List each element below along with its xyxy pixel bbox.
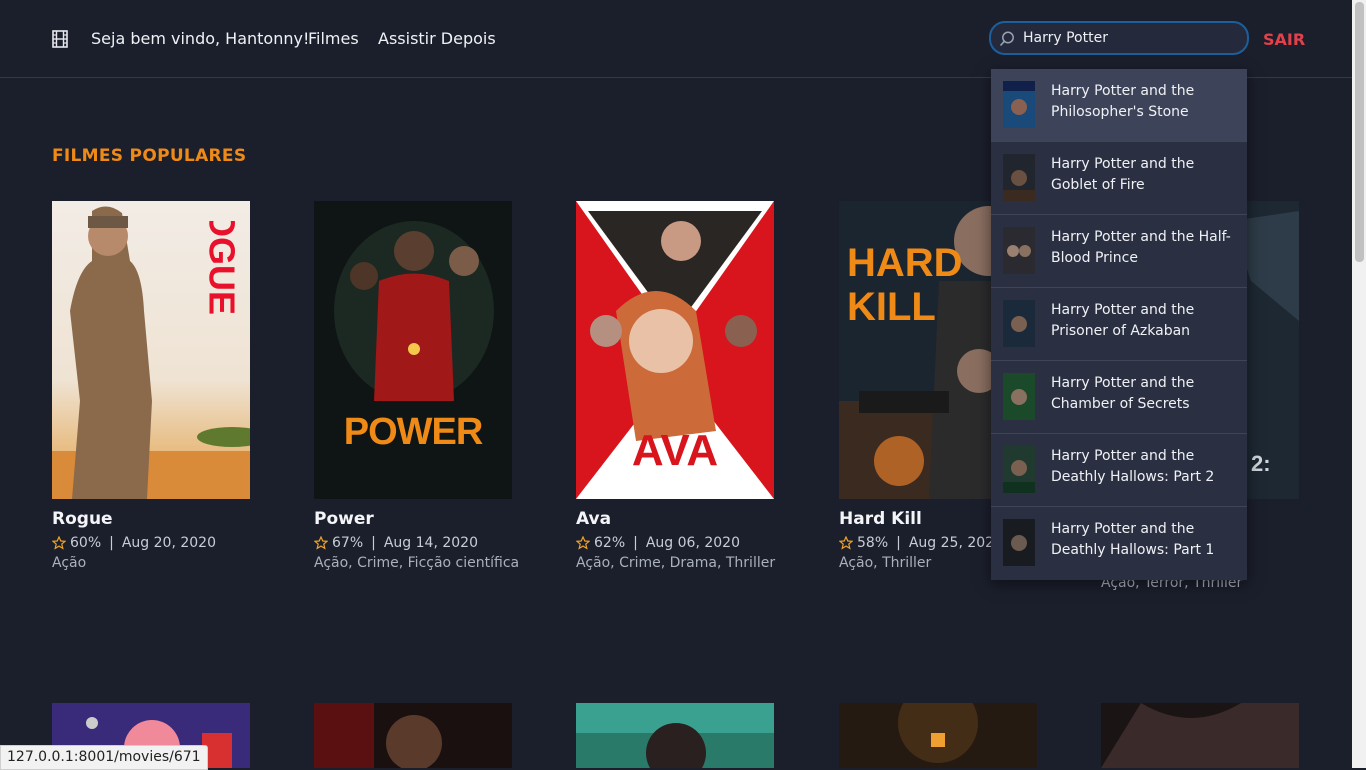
- search-results-dropdown: Harry Potter and the Philosopher's Stone…: [991, 69, 1247, 580]
- movie-poster-row2[interactable]: [314, 703, 512, 768]
- result-poster-thumb: [1003, 300, 1035, 347]
- result-poster-thumb: [1003, 227, 1035, 274]
- search-result-title: Harry Potter and the Deathly Hallows: Pa…: [1051, 521, 1215, 558]
- poster-title-art: ROGUE: [202, 221, 243, 315]
- result-poster-thumb: [1003, 446, 1035, 493]
- result-poster-thumb: [1003, 154, 1035, 201]
- movie-card[interactable]: ROGUE Rogue 60% | Aug 20, 2020 Ação: [52, 201, 252, 571]
- movie-poster[interactable]: ROGUE: [52, 201, 250, 499]
- link-status-bar: 127.0.0.1:8001/movies/671: [0, 745, 208, 770]
- movie-rating: 58%: [857, 535, 889, 551]
- movie-genres: Ação, Crime, Drama, Thriller: [576, 555, 776, 571]
- svg-text:2:: 2:: [1251, 451, 1271, 476]
- search-result-title: Harry Potter and the Deathly Hallows: Pa…: [1051, 448, 1215, 485]
- search-result-item[interactable]: Harry Potter and the Philosopher's Stone: [991, 69, 1247, 142]
- search-result-title: Harry Potter and the Chamber of Secrets: [1051, 375, 1195, 412]
- welcome-link[interactable]: Seja bem vindo, Hantonny!: [91, 29, 309, 48]
- search-result-item[interactable]: Harry Potter and the Deathly Hallows: Pa…: [991, 434, 1247, 507]
- movie-rating: 67%: [332, 535, 364, 551]
- search-icon: [999, 31, 1014, 47]
- meta-separator: |: [633, 535, 638, 551]
- movie-date: Aug 14, 2020: [383, 535, 478, 551]
- search-box[interactable]: [989, 21, 1249, 55]
- search-result-title: Harry Potter and the Half-Blood Prince: [1051, 229, 1231, 266]
- movie-rating: 62%: [594, 535, 626, 551]
- star-icon: [839, 536, 853, 550]
- result-poster-thumb: [1003, 81, 1035, 128]
- search-result-item[interactable]: Harry Potter and the Prisoner of Azkaban: [991, 288, 1247, 361]
- poster-title: ROGUE: [202, 221, 243, 315]
- movie-card[interactable]: AVA Ava 62% | Aug 06, 2020 Ação, Crime, …: [576, 201, 776, 571]
- star-icon: [576, 536, 590, 550]
- search-result-title: Harry Potter and the Goblet of Fire: [1051, 156, 1195, 193]
- movie-meta: 62% | Aug 06, 2020: [576, 535, 776, 551]
- movie-poster[interactable]: AVA: [576, 201, 774, 499]
- movie-card[interactable]: POWER Power 67% | Aug 14, 2020 Ação, Cri…: [314, 201, 520, 571]
- search-result-item[interactable]: Harry Potter and the Half-Blood Prince: [991, 215, 1247, 288]
- movie-meta: 67% | Aug 14, 2020: [314, 535, 514, 551]
- meta-separator: |: [371, 535, 376, 551]
- movie-date: Aug 25, 2020: [908, 535, 1003, 551]
- film-icon[interactable]: [52, 30, 68, 48]
- search-input[interactable]: [1023, 23, 1238, 53]
- movie-date: Aug 20, 2020: [121, 535, 216, 551]
- poster-title: POWER: [343, 411, 484, 453]
- movie-title[interactable]: Rogue: [52, 509, 252, 529]
- movie-poster[interactable]: POWER: [314, 201, 512, 499]
- movie-rating: 60%: [70, 535, 102, 551]
- scrollbar-thumb[interactable]: [1355, 2, 1364, 262]
- logout-button[interactable]: SAIR: [1263, 30, 1305, 49]
- search-result-item[interactable]: Harry Potter and the Deathly Hallows: Pa…: [991, 507, 1247, 580]
- movie-genres: Ação: [52, 555, 87, 571]
- movie-title[interactable]: Ava: [576, 509, 776, 529]
- movie-title[interactable]: Power: [314, 509, 514, 529]
- movie-poster-row2[interactable]: [1101, 703, 1299, 768]
- nav-films-link[interactable]: Filmes: [308, 29, 359, 48]
- movie-date: Aug 06, 2020: [645, 535, 740, 551]
- search-result-item[interactable]: Harry Potter and the Chamber of Secrets: [991, 361, 1247, 434]
- meta-separator: |: [896, 535, 901, 551]
- poster-title: AVA: [631, 426, 719, 475]
- section-title: FILMES POPULARES: [52, 146, 247, 166]
- movie-poster-row2[interactable]: [576, 703, 774, 768]
- search-result-title: Harry Potter and the Philosopher's Stone: [1051, 83, 1195, 120]
- nav-watch-later-link[interactable]: Assistir Depois: [378, 29, 496, 48]
- poster-title: HARD KILL: [847, 241, 963, 329]
- search-result-item[interactable]: Harry Potter and the Goblet of Fire: [991, 142, 1247, 215]
- result-poster-thumb: [1003, 373, 1035, 420]
- result-poster-thumb: [1003, 519, 1035, 566]
- star-icon: [52, 536, 66, 550]
- movie-meta: 60% | Aug 20, 2020: [52, 535, 252, 551]
- meta-separator: |: [109, 535, 114, 551]
- movie-genres: Ação, Crime, Ficção científica: [314, 555, 520, 571]
- star-icon: [314, 536, 328, 550]
- movie-poster-row2[interactable]: [839, 703, 1037, 768]
- top-navbar: Seja bem vindo, Hantonny! Filmes Assisti…: [0, 0, 1352, 78]
- search-result-title: Harry Potter and the Prisoner of Azkaban: [1051, 302, 1195, 339]
